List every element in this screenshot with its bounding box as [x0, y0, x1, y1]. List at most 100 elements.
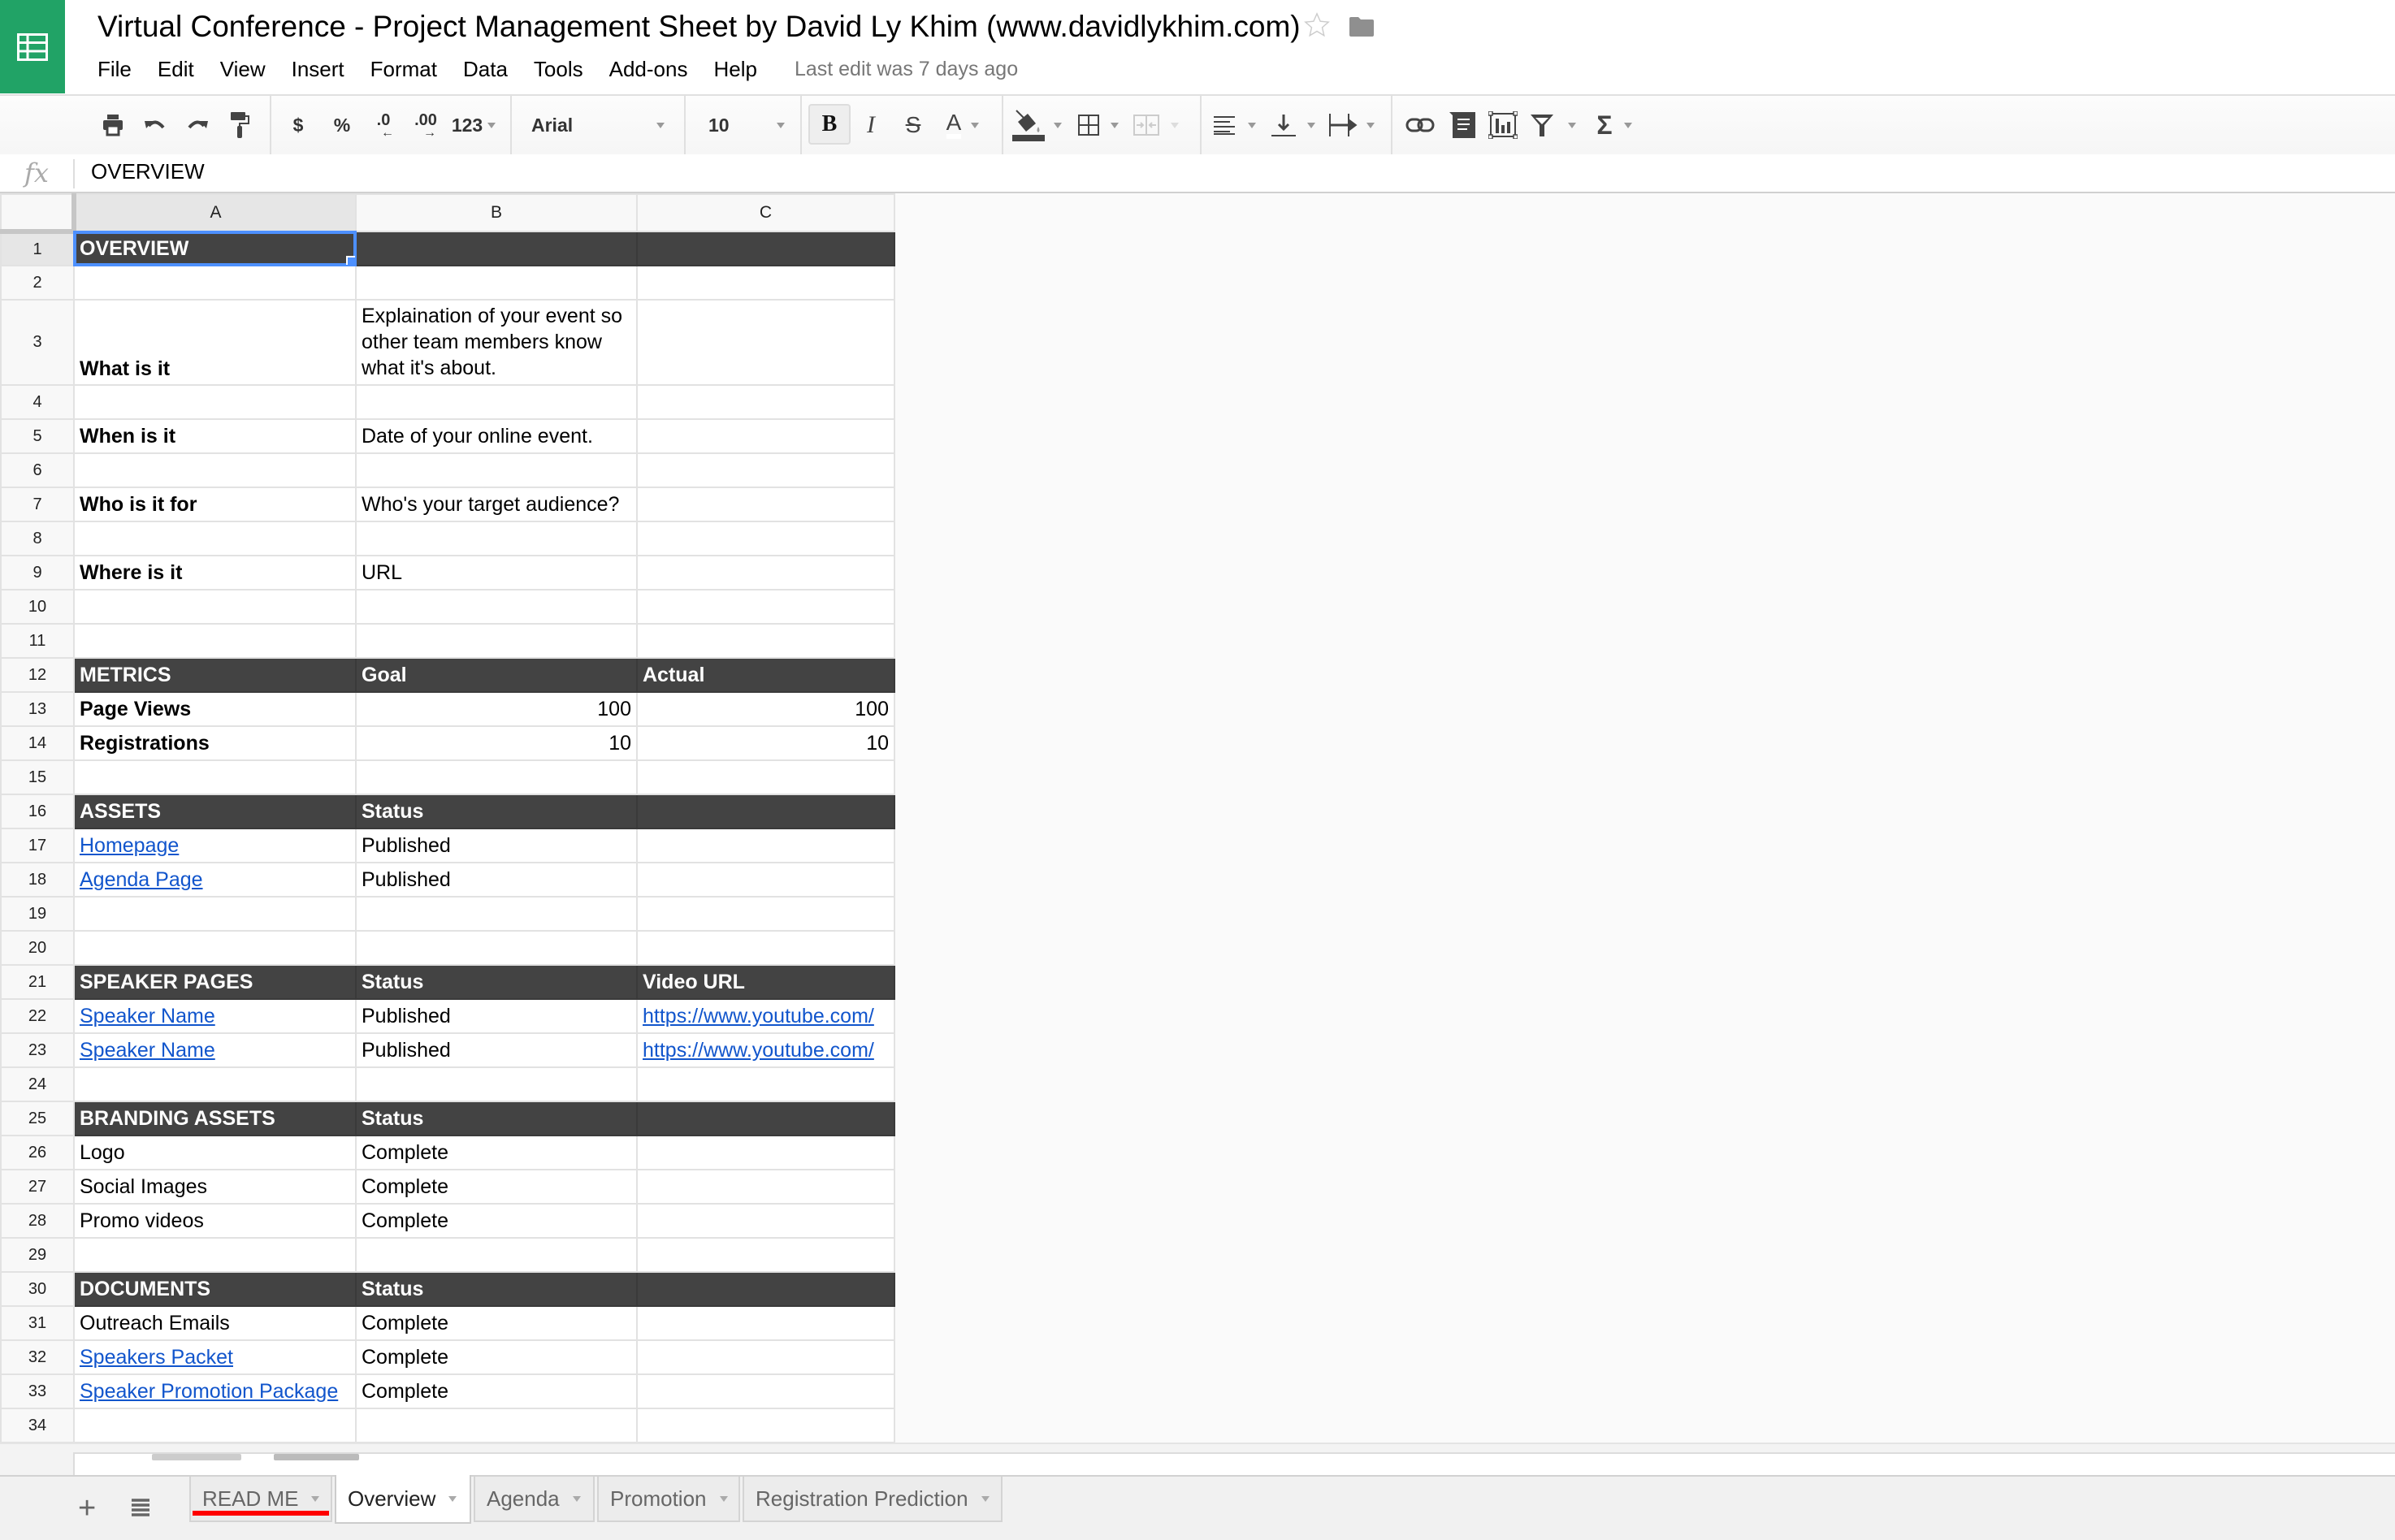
text-color-button[interactable]: A: [934, 96, 991, 154]
cell-b21[interactable]: Status: [355, 964, 638, 1000]
scroll-thumb[interactable]: [274, 1454, 359, 1460]
row-header[interactable]: 18: [0, 862, 75, 898]
font-family-select[interactable]: Arial: [525, 96, 671, 154]
cell-a14[interactable]: Registrations: [73, 725, 357, 761]
cell-b27[interactable]: Complete: [355, 1169, 638, 1205]
cell-a4[interactable]: [73, 384, 357, 420]
column-header-c[interactable]: C: [636, 193, 895, 232]
cell-a15[interactable]: [73, 759, 357, 795]
chevron-down-icon[interactable]: [311, 1495, 320, 1502]
column-header-a[interactable]: A: [73, 193, 357, 232]
row-header[interactable]: 2: [0, 265, 75, 301]
cell-b13[interactable]: 100: [355, 691, 638, 727]
row-header[interactable]: 23: [0, 1032, 75, 1068]
cell-c9[interactable]: [636, 555, 895, 590]
cell-b3[interactable]: Explaination of your event so other team…: [355, 299, 638, 386]
cell-link[interactable]: https://www.youtube.com/: [643, 1039, 874, 1062]
cell-b19[interactable]: [355, 896, 638, 932]
row-header[interactable]: 16: [0, 794, 75, 829]
menu-addons[interactable]: Add-ons: [609, 57, 688, 82]
bold-button[interactable]: B: [808, 104, 851, 145]
cell-a23[interactable]: Speaker Name: [73, 1032, 357, 1068]
cell-c31[interactable]: [636, 1305, 895, 1341]
cell-b4[interactable]: [355, 384, 638, 420]
row-header[interactable]: 27: [0, 1169, 75, 1205]
cell-b7[interactable]: Who's your target audience?: [355, 487, 638, 522]
redo-button[interactable]: [184, 96, 211, 154]
add-sheet-button[interactable]: +: [78, 1493, 96, 1524]
cell-a22[interactable]: Speaker Name: [73, 998, 357, 1034]
horizontal-align-button[interactable]: [1210, 96, 1259, 154]
sheet-tab-promotion[interactable]: Promotion: [597, 1477, 740, 1522]
menu-tools[interactable]: Tools: [534, 57, 583, 82]
currency-format-button[interactable]: $: [288, 96, 309, 154]
cell-b23[interactable]: Published: [355, 1032, 638, 1068]
menu-format[interactable]: Format: [370, 57, 437, 82]
cell-c28[interactable]: [636, 1203, 895, 1239]
print-button[interactable]: [99, 96, 127, 154]
cell-link[interactable]: Agenda Page: [80, 868, 203, 891]
cell-b5[interactable]: Date of your online event.: [355, 418, 638, 454]
increase-decimal-button[interactable]: .00 →: [409, 96, 442, 154]
cell-a6[interactable]: [73, 452, 357, 488]
cell-c26[interactable]: [636, 1135, 895, 1170]
cell-b25[interactable]: Status: [355, 1101, 638, 1136]
cell-c8[interactable]: [636, 521, 895, 556]
row-header[interactable]: 17: [0, 828, 75, 863]
cell-b16[interactable]: Status: [355, 794, 638, 829]
cell-c3[interactable]: [636, 299, 895, 386]
cell-a12[interactable]: METRICS: [73, 657, 357, 693]
cell-a27[interactable]: Social Images: [73, 1169, 357, 1205]
cell-a10[interactable]: [73, 589, 357, 625]
cell-c22[interactable]: https://www.youtube.com/: [636, 998, 895, 1034]
cell-a29[interactable]: [73, 1237, 357, 1273]
text-wrapping-button[interactable]: [1327, 96, 1376, 154]
cell-c16[interactable]: [636, 794, 895, 829]
cell-a19[interactable]: [73, 896, 357, 932]
cell-c29[interactable]: [636, 1237, 895, 1273]
cell-a25[interactable]: BRANDING ASSETS: [73, 1101, 357, 1136]
strikethrough-button[interactable]: S: [897, 96, 929, 154]
cell-b2[interactable]: [355, 265, 638, 301]
row-header[interactable]: 3: [0, 299, 75, 386]
cell-c19[interactable]: [636, 896, 895, 932]
vertical-align-button[interactable]: [1269, 96, 1318, 154]
cell-c10[interactable]: [636, 589, 895, 625]
merge-cells-button[interactable]: [1131, 96, 1181, 154]
cell-c32[interactable]: [636, 1339, 895, 1375]
cell-c14[interactable]: 10: [636, 725, 895, 761]
folder-icon[interactable]: [1349, 16, 1375, 37]
row-header[interactable]: 24: [0, 1066, 75, 1102]
fill-color-button[interactable]: [1011, 96, 1063, 154]
row-header[interactable]: 13: [0, 691, 75, 727]
row-header[interactable]: 5: [0, 418, 75, 454]
cell-link[interactable]: https://www.youtube.com/: [643, 1005, 874, 1027]
cell-c12[interactable]: Actual: [636, 657, 895, 693]
cell-a16[interactable]: ASSETS: [73, 794, 357, 829]
cell-c20[interactable]: [636, 930, 895, 966]
frozen-scroll-thumb[interactable]: [152, 1454, 241, 1460]
cell-a18[interactable]: Agenda Page: [73, 862, 357, 898]
borders-button[interactable]: [1074, 96, 1123, 154]
cell-a26[interactable]: Logo: [73, 1135, 357, 1170]
fill-handle[interactable]: [346, 256, 354, 264]
cell-link[interactable]: Homepage: [80, 834, 179, 857]
cell-a30[interactable]: DOCUMENTS: [73, 1271, 357, 1307]
cell-c30[interactable]: [636, 1271, 895, 1307]
cell-a3[interactable]: What is it: [73, 299, 357, 386]
row-header[interactable]: 4: [0, 384, 75, 420]
insert-comment-button[interactable]: [1446, 96, 1479, 154]
cell-a20[interactable]: [73, 930, 357, 966]
row-header[interactable]: 10: [0, 589, 75, 625]
cell-b11[interactable]: [355, 623, 638, 659]
cell-c24[interactable]: [636, 1066, 895, 1102]
last-edit-status[interactable]: Last edit was 7 days ago: [795, 58, 1018, 81]
cell-a8[interactable]: [73, 521, 357, 556]
cell-b9[interactable]: URL: [355, 555, 638, 590]
insert-chart-button[interactable]: [1487, 96, 1519, 154]
cell-b34[interactable]: [355, 1408, 638, 1443]
cell-a11[interactable]: [73, 623, 357, 659]
filter-button[interactable]: [1529, 96, 1578, 154]
document-title[interactable]: Virtual Conference - Project Management …: [97, 10, 1301, 44]
chevron-down-icon[interactable]: [572, 1495, 581, 1502]
